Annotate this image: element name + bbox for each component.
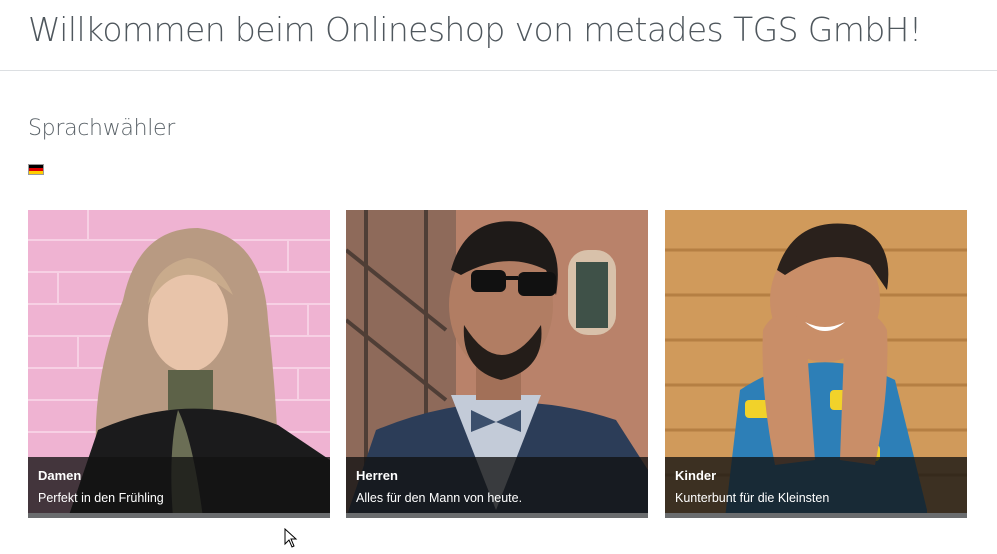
page-header: Willkommen beim Onlineshop von metades T…	[0, 0, 997, 71]
tile-caption: Herren Alles für den Mann von heute.	[346, 457, 648, 513]
tile-title: Herren	[356, 468, 398, 483]
tile-caption: Kinder Kunterbunt für die Kleinsten	[665, 457, 967, 513]
tile-bottom-bar	[665, 513, 967, 518]
tile-bottom-bar	[346, 513, 648, 518]
tile-title: Damen	[38, 468, 82, 483]
category-tile-kinder[interactable]: Kinder Kunterbunt für die Kleinsten	[665, 210, 967, 518]
tile-subtitle: Perfekt in den Frühling	[38, 491, 164, 505]
tile-subtitle: Kunterbunt für die Kleinsten	[675, 491, 830, 505]
tile-caption: Damen Perfekt in den Frühling	[28, 457, 330, 513]
tile-bottom-bar	[28, 513, 330, 518]
german-flag-icon[interactable]	[28, 164, 44, 175]
mouse-pointer-icon	[284, 528, 298, 548]
language-selector-title: Sprachwähler	[28, 116, 176, 141]
category-tile-herren[interactable]: Herren Alles für den Mann von heute.	[346, 210, 648, 518]
tile-title: Kinder	[675, 468, 717, 483]
tile-subtitle: Alles für den Mann von heute.	[356, 491, 523, 505]
page-title: Willkommen beim Onlineshop von metades T…	[28, 10, 922, 49]
category-tile-damen[interactable]: Damen Perfekt in den Frühling	[28, 210, 330, 518]
